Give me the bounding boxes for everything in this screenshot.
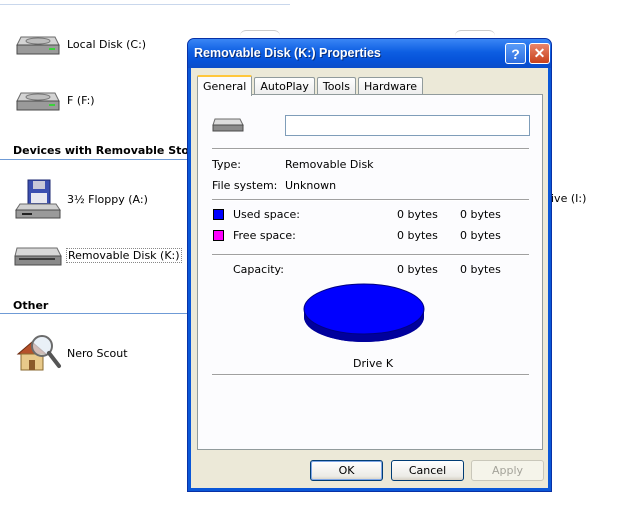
file-system-value: Unknown bbox=[285, 179, 337, 192]
drive-f[interactable]: F (F:) bbox=[13, 83, 95, 117]
used-space-size: 0 bytes bbox=[460, 208, 501, 221]
tab-hardware[interactable]: Hardware bbox=[357, 77, 424, 95]
free-space-size: 0 bytes bbox=[460, 229, 501, 242]
drive-caption: Drive K bbox=[353, 357, 394, 370]
used-space-bytes: 0 bytes bbox=[397, 208, 438, 221]
help-button[interactable]: ? bbox=[505, 43, 526, 64]
properties-dialog: Removable Disk (K:) Properties ? ✕ Gener… bbox=[187, 38, 552, 492]
apply-button[interactable]: Apply bbox=[471, 460, 544, 481]
tab-autoplay[interactable]: AutoPlay bbox=[254, 77, 315, 95]
floppy-drive-icon bbox=[13, 178, 63, 220]
dialog-client: General AutoPlay Tools Hardware Type: Re… bbox=[191, 68, 548, 488]
disk-usage-pie bbox=[303, 283, 425, 342]
drive-label: 3½ Floppy (A:) bbox=[67, 192, 148, 206]
capacity-bytes: 0 bytes bbox=[397, 263, 438, 276]
drive-label: F (F:) bbox=[67, 93, 95, 107]
hard-disk-icon bbox=[13, 27, 63, 61]
free-space-swatch bbox=[213, 230, 224, 241]
title-bar[interactable]: Removable Disk (K:) Properties ? ✕ bbox=[188, 39, 551, 68]
drive-floppy-a[interactable]: 3½ Floppy (A:) bbox=[13, 178, 148, 220]
free-space-label: Free space: bbox=[233, 229, 296, 242]
volume-label-input[interactable] bbox=[285, 115, 530, 136]
cancel-button[interactable]: Cancel bbox=[391, 460, 464, 481]
section-header-other: Other bbox=[13, 299, 49, 312]
type-value: Removable Disk bbox=[285, 158, 374, 171]
drive-label-partial[interactable]: ive (I:) bbox=[551, 192, 586, 205]
used-space-label: Used space: bbox=[233, 208, 301, 221]
close-button[interactable]: ✕ bbox=[529, 43, 550, 64]
divider bbox=[212, 199, 529, 201]
drive-removable-k[interactable]: Removable Disk (K:) bbox=[13, 238, 182, 272]
removable-disk-icon bbox=[13, 238, 63, 272]
nero-scout-item[interactable]: Nero Scout bbox=[13, 330, 128, 376]
nero-scout-icon bbox=[13, 330, 63, 376]
free-space-bytes: 0 bytes bbox=[397, 229, 438, 242]
removable-disk-icon bbox=[212, 116, 244, 137]
tab-general[interactable]: General bbox=[197, 75, 253, 96]
capacity-size: 0 bytes bbox=[460, 263, 501, 276]
hard-disk-icon bbox=[13, 83, 63, 117]
tab-strip: General AutoPlay Tools Hardware bbox=[197, 73, 425, 96]
divider bbox=[212, 374, 529, 376]
divider bbox=[212, 254, 529, 256]
section-divider bbox=[0, 159, 187, 160]
item-label: Nero Scout bbox=[67, 346, 128, 360]
general-panel: Type: Removable Disk File system: Unknow… bbox=[197, 94, 543, 450]
dialog-title: Removable Disk (K:) Properties bbox=[194, 46, 381, 60]
ok-button[interactable]: OK bbox=[310, 460, 383, 481]
type-label: Type: bbox=[212, 158, 241, 171]
drive-local-disk-c[interactable]: Local Disk (C:) bbox=[13, 27, 146, 61]
file-system-label: File system: bbox=[212, 179, 278, 192]
header-divider bbox=[0, 4, 290, 5]
section-divider bbox=[0, 313, 187, 314]
used-space-swatch bbox=[213, 209, 224, 220]
capacity-label: Capacity: bbox=[233, 263, 284, 276]
drive-label: Local Disk (C:) bbox=[67, 37, 147, 51]
tab-tools[interactable]: Tools bbox=[316, 77, 356, 95]
partial-icon bbox=[455, 30, 495, 37]
divider bbox=[212, 148, 529, 150]
partial-icon bbox=[240, 30, 280, 37]
drive-label: Removable Disk (K:) bbox=[66, 247, 182, 263]
